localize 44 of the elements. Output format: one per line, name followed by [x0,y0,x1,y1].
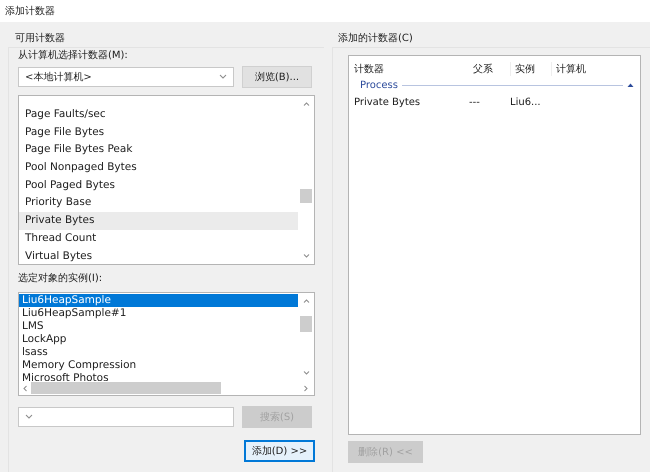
group-label: 可用计数器 [14,32,66,46]
field-label: 选定对象的实例(I): [18,272,104,286]
table-cell-text: --- [469,97,481,108]
group-header[interactable]: Process [360,80,398,90]
group-label: 添加的计数器(C) [337,32,414,46]
scroll-thumb[interactable] [300,189,312,203]
counter-item[interactable]: Private Bytes [19,212,298,230]
counter-item[interactable]: Pool Paged Bytes [19,176,298,194]
scroll-up-icon[interactable] [302,102,310,106]
browse-button[interactable]: 浏览(B)... [242,66,312,88]
instance-item[interactable]: Liu6HeapSample#1 [19,307,298,320]
column-header[interactable]: 计数器 [354,62,469,76]
counter-item[interactable]: Page File Bytes [19,124,298,142]
field-label: 从计算机选择计数器(M): [18,48,129,63]
collapse-icon[interactable] [627,83,634,87]
caret-icon [25,414,33,419]
window-title: 添加计数器 [5,4,55,18]
counter-item[interactable]: Page File Bytes Peak [19,141,298,160]
column-header[interactable]: 父系 [469,62,510,76]
instance-item[interactable]: LMS [19,320,298,333]
caret-icon [219,74,227,79]
scroll-up-icon[interactable] [302,299,310,303]
instance-item[interactable]: Memory Compression [19,359,298,372]
column-header[interactable]: 计算机 [551,62,621,76]
counter-item[interactable]: Thread Count [19,230,298,248]
instance-item[interactable]: LockApp [19,333,298,346]
scroll-left-icon[interactable] [23,384,27,392]
counter-item[interactable]: Pool Nonpaged Bytes [19,159,298,177]
instance-item[interactable]: Liu6HeapSample [19,294,298,307]
scroll-down-icon[interactable] [302,371,310,375]
table-cell-text: Private Bytes [354,97,422,108]
add-button[interactable]: 添加(D) >> [244,440,315,462]
column-header[interactable]: 实例 [510,62,551,76]
scroll-thumb[interactable] [300,316,312,332]
counter-item[interactable]: Priority Base [19,194,298,212]
counter-item[interactable]: Virtual Bytes [19,248,298,264]
instance-item[interactable]: Microsoft Photos [19,372,298,381]
table-cell-text: Liu6... [510,97,542,108]
scroll-down-icon[interactable] [302,254,310,258]
counter-item[interactable]: Page Faults/sec [19,106,298,124]
scroll-thumb[interactable] [31,382,221,394]
instance-item[interactable]: lsass [19,346,298,359]
scroll-right-icon[interactable] [304,384,308,392]
machine-dropdown[interactable]: <本地计算机> [18,66,234,86]
